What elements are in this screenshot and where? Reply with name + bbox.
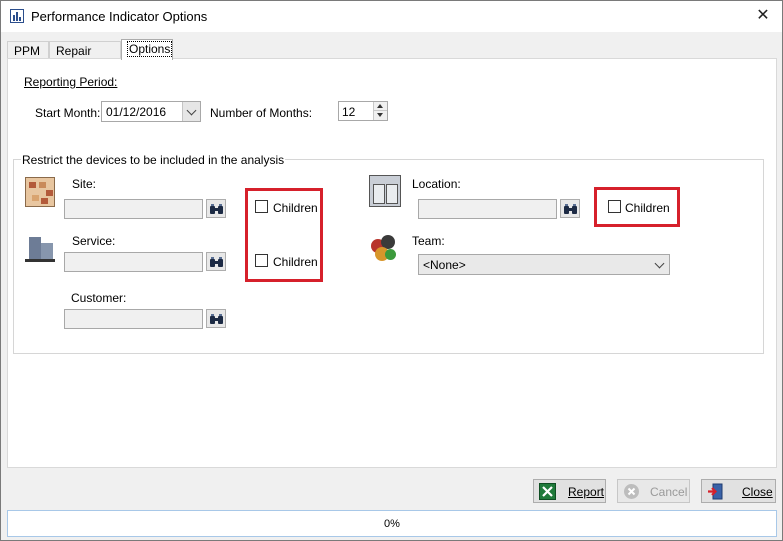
arrow-up-icon [377, 104, 383, 108]
chevron-down-icon [186, 105, 197, 116]
tab-ppm-label: PPM [14, 44, 41, 58]
service-label: Service: [72, 234, 116, 248]
binoculars-icon [210, 204, 223, 214]
excel-icon [539, 483, 556, 500]
service-field[interactable] [64, 252, 203, 272]
tab-options[interactable]: Options [121, 39, 173, 60]
customer-label: Customer: [71, 291, 127, 305]
report-button-label: Report [568, 485, 605, 499]
close-window-icon[interactable]: ✕ [752, 6, 774, 26]
site-map-icon [25, 177, 55, 207]
team-dropdown-button[interactable] [651, 255, 669, 274]
cancel-button-label: Cancel [650, 485, 688, 499]
children-site-checkbox[interactable] [255, 200, 268, 213]
close-button[interactable]: Close [701, 479, 776, 503]
stepper-buttons [373, 102, 387, 120]
location-field[interactable] [418, 199, 557, 219]
customer-field[interactable] [64, 309, 203, 329]
site-label: Site: [72, 177, 97, 191]
progress-text: 0% [384, 518, 400, 530]
children-service-checkbox[interactable] [255, 254, 268, 267]
customer-find-button[interactable] [206, 309, 226, 328]
site-find-button[interactable] [206, 199, 226, 218]
chevron-down-icon [654, 258, 665, 269]
doors-icon [369, 175, 401, 207]
children-location-checkbox[interactable] [608, 200, 621, 213]
num-months-value: 12 [342, 105, 356, 119]
team-people-icon [369, 233, 401, 265]
start-month-label: Start Month: [35, 106, 101, 120]
dialog-window: Performance Indicator Options ✕ PPM Repa… [0, 0, 783, 541]
children-site-label: Children [273, 201, 318, 215]
cancel-button[interactable]: Cancel [617, 479, 690, 503]
stepper-up-button[interactable] [374, 102, 387, 111]
num-months-stepper[interactable]: 12 [338, 101, 388, 121]
binoculars-icon [564, 204, 577, 214]
restrict-devices-title: Restrict the devices to be included in t… [21, 153, 286, 167]
binoculars-icon [210, 257, 223, 267]
num-months-label: Number of Months: [210, 106, 313, 120]
cancel-icon [624, 484, 639, 499]
team-select[interactable]: <None> [418, 254, 670, 275]
service-find-button[interactable] [206, 252, 226, 271]
reporting-period-heading: Reporting Period: [24, 75, 118, 89]
tab-repair-work[interactable]: Repair Work [49, 41, 121, 72]
progress-bar: 0% [7, 510, 777, 537]
start-month-dropdown-button[interactable] [182, 102, 200, 121]
children-location-label: Children [625, 201, 670, 215]
site-field[interactable] [64, 199, 203, 219]
building-icon [25, 233, 55, 263]
window-title: Performance Indicator Options [31, 9, 208, 24]
location-label: Location: [412, 177, 461, 191]
title-bar: Performance Indicator Options ✕ [1, 1, 782, 32]
tab-ppm[interactable]: PPM [7, 41, 49, 59]
report-button[interactable]: Report [533, 479, 606, 503]
team-value: <None> [423, 258, 466, 272]
children-service-label: Children [273, 255, 318, 269]
tab-options-label: Options [126, 41, 173, 57]
start-month-picker[interactable]: 01/12/2016 [101, 101, 201, 122]
stepper-down-button[interactable] [374, 111, 387, 120]
app-chart-icon [10, 9, 24, 23]
close-button-label: Close [742, 485, 773, 499]
start-month-value: 01/12/2016 [106, 105, 167, 119]
arrow-down-icon [377, 113, 383, 117]
location-find-button[interactable] [560, 199, 580, 218]
binoculars-icon [210, 314, 223, 324]
team-label: Team: [412, 234, 445, 248]
exit-door-icon [708, 483, 723, 500]
